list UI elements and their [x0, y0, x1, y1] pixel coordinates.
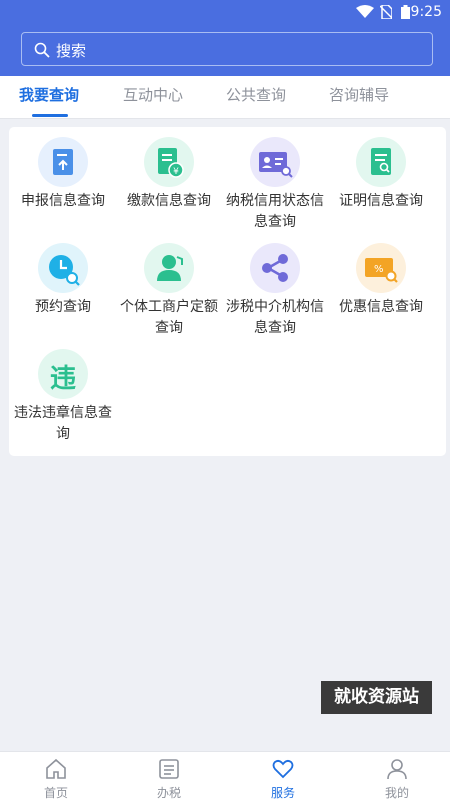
certificate-icon	[356, 137, 406, 187]
tab-bar: 我要查询 互动中心 公共查询 咨询辅导	[0, 76, 450, 119]
service-appointment-query[interactable]: 预约查询	[10, 243, 116, 318]
nav-label: 首页	[43, 786, 68, 800]
service-label: 涉税中介机构信息查询	[226, 299, 324, 336]
user-icon	[387, 759, 407, 780]
tab-consulting[interactable]: 咨询辅导	[329, 84, 389, 105]
service-label: 缴款信息查询	[127, 193, 211, 209]
nav-label: 服务	[270, 786, 295, 800]
watermark-badge: 就收资源站	[321, 681, 432, 714]
tab-interaction-center[interactable]: 互动中心	[123, 84, 183, 105]
list-icon	[159, 759, 179, 779]
service-label: 纳税信用状态信息查询	[226, 193, 324, 230]
service-label: 违法违章信息查询	[14, 405, 112, 442]
status-time: 9:25	[410, 4, 442, 20]
tab-my-query[interactable]: 我要查询	[19, 84, 79, 105]
service-label: 证明信息查询	[339, 193, 423, 209]
nav-label: 我的	[384, 786, 409, 800]
service-label: 优惠信息查询	[339, 299, 423, 315]
clock-icon	[38, 243, 88, 293]
violation-icon: 违	[38, 349, 88, 399]
service-credit-status-query[interactable]: 纳税信用状态信息查询	[222, 137, 328, 233]
header: 搜索	[0, 24, 450, 76]
nav-mine[interactable]: 我的	[341, 752, 450, 800]
service-intermediary-query[interactable]: 涉税中介机构信息查询	[222, 243, 328, 339]
nav-service[interactable]: 服务	[227, 752, 339, 800]
nav-tax[interactable]: 办税	[113, 752, 225, 800]
service-label: 个体工商户定额查询	[120, 299, 218, 336]
service-violation-query[interactable]: 违 违法违章信息查询	[10, 349, 116, 445]
person-icon	[144, 243, 194, 293]
share-icon	[250, 243, 300, 293]
declaration-icon	[38, 137, 88, 187]
nav-home[interactable]: 首页	[0, 752, 112, 800]
credit-id-card-icon	[250, 137, 300, 187]
search-placeholder: 搜索	[56, 42, 87, 60]
discount-icon: %	[356, 243, 406, 293]
no-sim-icon	[380, 5, 392, 19]
bottom-nav: 首页 办税 服务 我的	[0, 751, 450, 800]
tab-public-query[interactable]: 公共查询	[226, 84, 286, 105]
service-declaration-query[interactable]: 申报信息查询	[10, 137, 116, 212]
nav-label: 办税	[156, 786, 181, 800]
service-label: 申报信息查询	[21, 193, 105, 209]
payment-icon: ¥	[144, 137, 194, 187]
heart-icon	[272, 759, 294, 779]
svg-text:¥: ¥	[173, 167, 179, 177]
violation-glyph: 违	[49, 364, 76, 394]
svg-text:%: %	[374, 264, 384, 275]
service-individual-quota-query[interactable]: 个体工商户定额查询	[116, 243, 222, 339]
status-bar: 9:25	[0, 0, 450, 24]
search-input[interactable]: 搜索	[21, 32, 433, 66]
service-discount-query[interactable]: % 优惠信息查询	[328, 243, 434, 318]
search-icon	[34, 42, 50, 58]
service-payment-query[interactable]: ¥ 缴款信息查询	[116, 137, 222, 212]
service-certificate-query[interactable]: 证明信息查询	[328, 137, 434, 212]
wifi-icon	[356, 5, 374, 18]
active-tab-indicator	[32, 114, 68, 117]
service-label: 预约查询	[35, 299, 91, 315]
service-grid: 申报信息查询 ¥ 缴款信息查询 纳税信用状态信息查询 证明信息查询 预约查询 个…	[9, 127, 446, 456]
battery-icon	[401, 5, 410, 19]
home-icon	[46, 758, 66, 779]
